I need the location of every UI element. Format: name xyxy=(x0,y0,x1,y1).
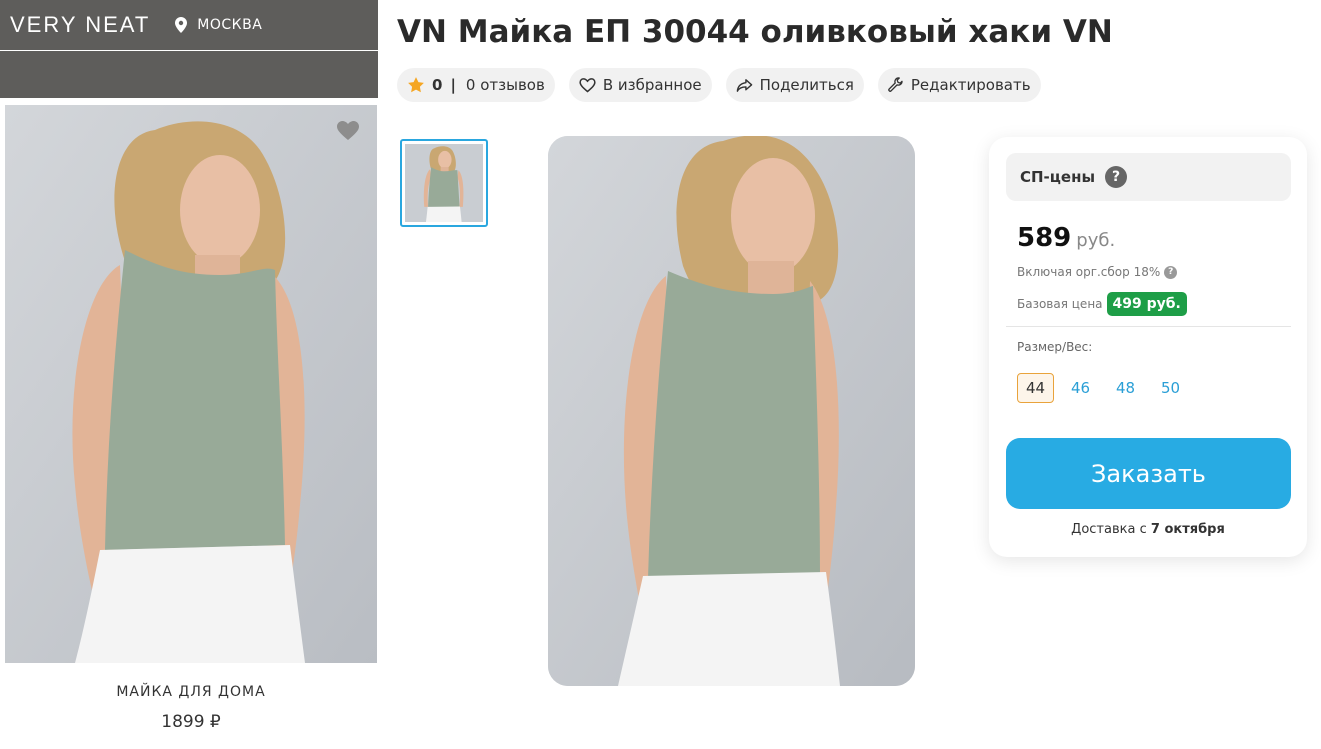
star-icon xyxy=(408,77,424,93)
rating-value: 0 xyxy=(432,76,443,94)
sp-prices-label: СП-цены xyxy=(1020,168,1096,186)
size-option-50[interactable]: 50 xyxy=(1152,373,1189,403)
heart-outline-icon xyxy=(579,77,596,92)
wrench-icon xyxy=(888,77,903,92)
fee-note: Включая орг.сбор 18% ? xyxy=(1017,265,1178,279)
location-pin-icon xyxy=(175,17,188,33)
size-option-46[interactable]: 46 xyxy=(1062,373,1099,403)
favorite-label: В избранное xyxy=(602,76,702,94)
rating-chip[interactable]: 0 | 0 отзывов xyxy=(397,68,555,102)
thumbnail-image xyxy=(405,144,483,222)
price-block: 589 руб. xyxy=(1017,223,1115,253)
city-selector[interactable]: МОСКВА xyxy=(174,17,262,33)
edit-button[interactable]: Редактировать xyxy=(877,68,1041,102)
divider xyxy=(1006,326,1291,327)
product-card-name[interactable]: МАЙКА ДЛЯ ДОМА xyxy=(5,684,377,700)
price-value: 589 xyxy=(1017,223,1072,253)
base-price-badge: 499 руб. xyxy=(1106,292,1187,316)
edit-label: Редактировать xyxy=(910,76,1031,94)
price-currency: руб. xyxy=(1076,230,1116,251)
heart-icon[interactable] xyxy=(337,121,359,141)
delivery-date: 7 октября xyxy=(1150,522,1225,537)
city-label: МОСКВА xyxy=(197,17,263,33)
base-price-row: Базовая цена 499 руб. xyxy=(1017,292,1187,316)
product-card-photo[interactable] xyxy=(5,105,377,663)
share-icon xyxy=(736,78,752,92)
left-panel: VERY NEAT МОСКВА МАЙКА ДЛЯ ДОМА 1899 ₽ xyxy=(0,0,378,749)
sp-prices-header: СП-цены ? xyxy=(1006,153,1291,201)
delivery-info: Доставка с 7 октября xyxy=(989,522,1307,537)
sub-bar xyxy=(0,51,378,98)
model-photo-image xyxy=(5,105,377,663)
share-button[interactable]: Поделиться xyxy=(725,68,864,102)
favorite-button[interactable]: В избранное xyxy=(568,68,712,102)
size-label: Размер/Вес: xyxy=(1017,340,1093,354)
rating-separator: | xyxy=(450,76,456,94)
action-bar: 0 | 0 отзывов В избранное Поделиться Ред… xyxy=(397,68,1041,102)
fee-help-icon[interactable]: ? xyxy=(1164,265,1178,279)
delivery-prefix: Доставка с xyxy=(1071,522,1147,537)
base-price-label: Базовая цена xyxy=(1017,297,1103,311)
order-button[interactable]: Заказать xyxy=(1006,438,1291,509)
price-card: СП-цены ? 589 руб. Включая орг.сбор 18% … xyxy=(989,137,1307,557)
size-option-44[interactable]: 44 xyxy=(1017,373,1054,403)
brand-logo[interactable]: VERY NEAT xyxy=(10,12,150,38)
fee-note-text: Включая орг.сбор 18% xyxy=(1017,265,1161,279)
model-main-image xyxy=(548,136,915,686)
main-product-photo[interactable] xyxy=(548,136,915,686)
gallery-thumbnail[interactable] xyxy=(400,139,488,227)
help-icon[interactable]: ? xyxy=(1105,166,1128,188)
top-bar: VERY NEAT МОСКВА xyxy=(0,0,378,50)
reviews-count: 0 отзывов xyxy=(465,76,545,94)
product-card-price: 1899 ₽ xyxy=(161,712,221,732)
share-label: Поделиться xyxy=(759,76,854,94)
size-options: 44 46 48 50 xyxy=(1017,373,1189,403)
size-option-48[interactable]: 48 xyxy=(1107,373,1144,403)
page-title: VN Майка ЕП 30044 оливковый хаки VN xyxy=(397,14,1113,50)
